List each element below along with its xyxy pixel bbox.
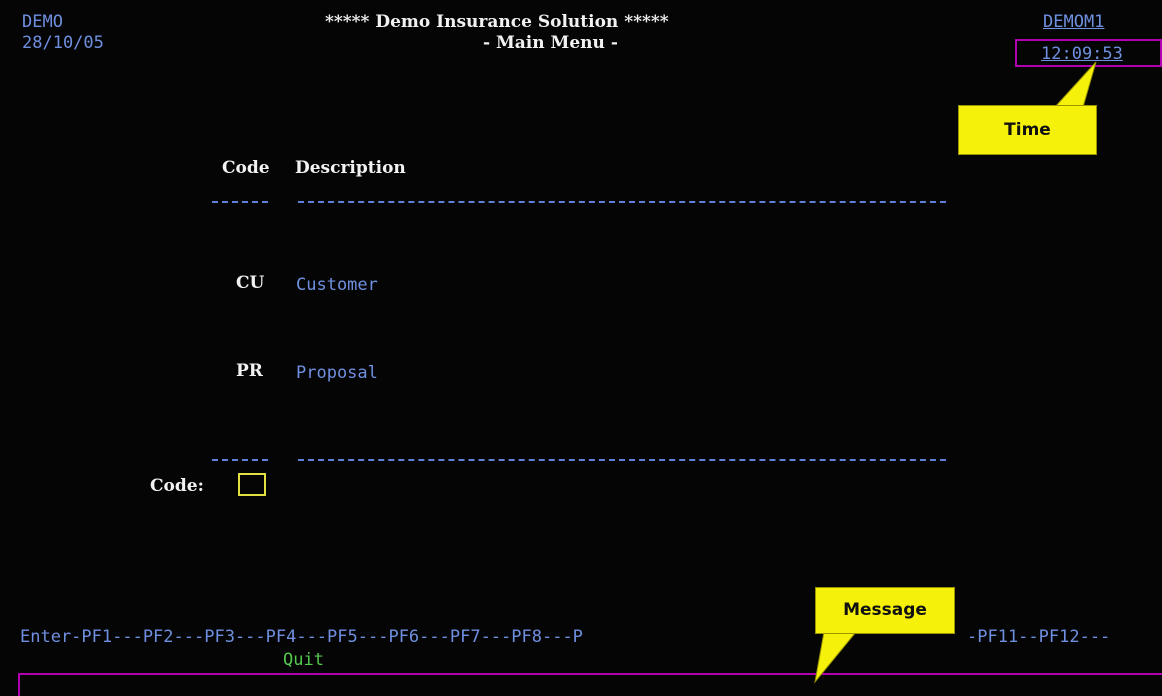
message-line-box — [18, 673, 1162, 696]
function-key-line-left: Enter-PF1---PF2---PF3---PF4---PF5---PF6-… — [20, 627, 583, 647]
function-key-line-right: -PF11--PF12--- — [967, 627, 1111, 647]
time-callout: Time — [958, 105, 1097, 155]
description-column-header: Description — [295, 158, 406, 178]
description-column-bottom-rule — [298, 459, 946, 461]
code-column-bottom-rule — [212, 459, 268, 461]
description-column-top-rule — [298, 201, 946, 203]
current-date: 28/10/05 — [22, 33, 104, 53]
system-id: DEMO — [22, 12, 63, 32]
app-title: ***** Demo Insurance Solution ***** — [325, 12, 669, 32]
terminal-screen: DEMO 28/10/05 ***** Demo Insurance Solut… — [0, 0, 1162, 696]
message-callout-pointer — [814, 631, 858, 684]
screen-subtitle: - Main Menu - — [483, 33, 618, 53]
code-column-top-rule — [212, 201, 268, 203]
code-field-label: Code: — [150, 476, 204, 496]
code-column-header: Code — [222, 158, 270, 178]
menu-item-code-cu: CU — [236, 273, 265, 293]
pf3-quit-action[interactable]: Quit — [283, 650, 324, 670]
message-callout: Message — [815, 587, 955, 634]
menu-item-code-pr: PR — [236, 361, 263, 381]
code-input[interactable] — [238, 473, 266, 496]
menu-item-description-proposal: Proposal — [296, 363, 378, 383]
menu-item-description-customer: Customer — [296, 275, 378, 295]
screen-id: DEMOM1 — [1043, 12, 1105, 32]
